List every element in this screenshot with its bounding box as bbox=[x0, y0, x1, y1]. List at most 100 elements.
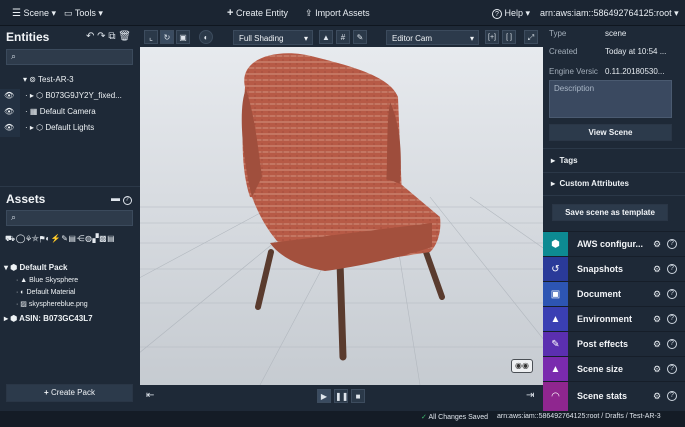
plus-icon: + bbox=[44, 388, 49, 397]
panel-label: Environment bbox=[577, 314, 633, 324]
play-icon[interactable]: ▶ bbox=[317, 389, 331, 403]
save-template-button[interactable]: Save scene as template bbox=[552, 204, 668, 221]
redo-icon[interactable]: ↷ bbox=[97, 31, 105, 42]
tree-item-model[interactable]: · ▸ ⬡ B073G9JY2Y_fixed... bbox=[25, 89, 122, 103]
gauge-icon: ◠ bbox=[543, 382, 568, 411]
scene-menu-label: Scene bbox=[23, 8, 50, 18]
chevron-right-icon: ▸ bbox=[551, 156, 556, 165]
panel-document[interactable]: ▣ Document ⚙? bbox=[543, 281, 685, 307]
custom-attributes-label: Custom Attributes bbox=[559, 179, 629, 188]
chevron-right-icon: ▸ bbox=[29, 91, 34, 100]
tools-menu-label: Tools bbox=[74, 8, 96, 18]
help-circle-icon[interactable]: ? bbox=[667, 239, 677, 249]
help-circle-icon[interactable]: ? bbox=[667, 314, 677, 324]
panel-label: AWS configur... bbox=[577, 239, 644, 249]
tree-item-camera[interactable]: · ▦ Default Camera bbox=[25, 105, 96, 119]
panel-snapshots[interactable]: ↺ Snapshots ⚙? bbox=[543, 256, 685, 282]
panel-scene-stats[interactable]: ◠ Scene stats ⚙? bbox=[543, 381, 685, 411]
tags-section[interactable]: ▸ Tags bbox=[551, 154, 578, 168]
asset-pack-asin[interactable]: ▸ ⬢ ASIN: B073GC43L7 bbox=[4, 312, 93, 326]
panel-label: Snapshots bbox=[577, 264, 624, 274]
account-menu[interactable]: arn:aws:iam::586492764125:root ▾ bbox=[540, 0, 679, 26]
create-pack-button[interactable]: + Create Pack bbox=[6, 384, 133, 402]
folder-icon[interactable]: ▬ bbox=[111, 193, 120, 203]
help-circle-icon[interactable]: ? bbox=[122, 196, 132, 205]
check-icon: ✓ bbox=[421, 414, 427, 421]
gear-icon[interactable]: ⚙ bbox=[653, 382, 661, 411]
help-circle-icon[interactable]: ? bbox=[667, 289, 677, 299]
rotate-tool-icon[interactable]: ↻ bbox=[160, 30, 174, 44]
asset-toolbar: ▬ ? bbox=[111, 193, 132, 205]
scene-menu[interactable]: ☰ Scene ▾ bbox=[12, 0, 56, 26]
collapse-left-icon[interactable]: ⇤ bbox=[146, 390, 154, 401]
help-circle-icon[interactable]: ? bbox=[667, 364, 677, 374]
create-entity-label: Create Entity bbox=[235, 8, 288, 18]
description-placeholder: Description bbox=[554, 84, 595, 93]
trash-icon[interactable]: 🗑 bbox=[118, 31, 131, 42]
assets-title: Assets bbox=[6, 192, 46, 206]
tree-item-root[interactable]: ▾ ⊚ Test-AR-3 bbox=[23, 73, 74, 87]
gear-icon[interactable]: ⚙ bbox=[653, 357, 661, 382]
hamburger-icon: ☰ bbox=[12, 8, 21, 19]
camera-value: Editor Cam bbox=[392, 34, 433, 43]
box-icon: ⬢ bbox=[10, 263, 18, 272]
description-field[interactable]: Description bbox=[549, 80, 672, 118]
tree-item-lights[interactable]: · ▸ ⬡ Default Lights bbox=[25, 121, 94, 135]
mountain-icon: ▲ bbox=[543, 307, 568, 332]
view-scene-button[interactable]: View Scene bbox=[549, 124, 672, 141]
vr-headset-icon[interactable]: ◉◉ bbox=[511, 359, 533, 373]
collapse-right-icon[interactable]: ⇥ bbox=[526, 390, 534, 401]
camera-select[interactable]: Editor Cam ▾ bbox=[386, 30, 479, 45]
focus-icon[interactable]: [+] bbox=[485, 30, 499, 44]
help-circle-icon[interactable]: ? bbox=[667, 264, 677, 274]
gear-icon[interactable]: ⚙ bbox=[653, 257, 661, 282]
stop-icon[interactable]: ■ bbox=[351, 389, 365, 403]
eye-icon[interactable]: 👁 bbox=[4, 121, 14, 135]
create-entity-button[interactable]: + Create Entity bbox=[227, 0, 288, 26]
asset-filter-icons[interactable]: ⛟◯⚘⚝⚑◐⚡✎▤⋲◍▞▩▤ bbox=[5, 234, 115, 244]
asset-item-label: skysphereblue.png bbox=[28, 301, 88, 308]
create-pack-label: Create Pack bbox=[50, 388, 95, 397]
asset-item[interactable]: · ▨ skysphereblue.png bbox=[16, 298, 88, 312]
translate-tool-icon[interactable]: ⌞ bbox=[144, 30, 158, 44]
scene-render bbox=[140, 47, 543, 385]
help-menu-label: Help bbox=[504, 8, 524, 18]
eye-icon[interactable]: 👁 bbox=[4, 89, 14, 103]
3d-viewport[interactable] bbox=[140, 47, 543, 385]
chevron-right-icon: ▸ bbox=[551, 179, 556, 188]
tree-item-label: Test-AR-3 bbox=[38, 75, 74, 84]
asset-search-input[interactable]: ⌕ bbox=[6, 210, 133, 226]
help-menu[interactable]: ? Help ▾ bbox=[492, 0, 530, 26]
frame-icon[interactable]: [ ] bbox=[502, 30, 516, 44]
help-circle-icon[interactable]: ? bbox=[667, 339, 677, 349]
panel-post-effects[interactable]: ✎ Post effects ⚙? bbox=[543, 331, 685, 357]
entity-search-input[interactable]: ⌕ bbox=[6, 49, 133, 65]
fullscreen-icon[interactable]: ⤢ bbox=[524, 30, 538, 44]
tools-menu[interactable]: ▭ Tools ▾ bbox=[64, 0, 103, 26]
grid-icon[interactable]: # bbox=[336, 30, 350, 44]
panel-label: Document bbox=[577, 289, 622, 299]
entity-toolbar: ↶ ↷ ⧉ 🗑 bbox=[86, 31, 131, 42]
asset-pack-default[interactable]: ▾ ⬢ Default Pack bbox=[4, 261, 68, 275]
mountain-icon[interactable]: ▲ bbox=[319, 30, 333, 44]
gear-icon[interactable]: ⚙ bbox=[653, 307, 661, 332]
gear-icon[interactable]: ⚙ bbox=[653, 332, 661, 357]
gear-icon[interactable]: ⚙ bbox=[653, 232, 661, 257]
shading-select[interactable]: Full Shading ▾ bbox=[233, 30, 313, 45]
contrast-icon[interactable]: ◐ bbox=[199, 30, 213, 44]
eye-icon[interactable]: 👁 bbox=[4, 105, 14, 119]
wand-icon[interactable]: ✎ bbox=[353, 30, 367, 44]
panel-aws-config[interactable]: ⬢ AWS configur... ⚙? bbox=[543, 231, 685, 257]
import-assets-button[interactable]: ⇪ Import Assets bbox=[305, 0, 370, 26]
panel-environment[interactable]: ▲ Environment ⚙? bbox=[543, 306, 685, 332]
custom-attributes-section[interactable]: ▸ Custom Attributes bbox=[551, 177, 629, 191]
panel-scene-size[interactable]: ▲ Scene size ⚙? bbox=[543, 356, 685, 382]
scale-tool-icon[interactable]: ▣ bbox=[176, 30, 190, 44]
undo-icon[interactable]: ↶ bbox=[86, 31, 94, 42]
entities-title: Entities bbox=[6, 30, 50, 44]
pause-icon[interactable]: ❚❚ bbox=[334, 389, 348, 403]
asset-item-label: Default Material bbox=[26, 289, 76, 296]
duplicate-icon[interactable]: ⧉ bbox=[108, 31, 115, 42]
help-circle-icon[interactable]: ? bbox=[667, 391, 677, 401]
gear-icon[interactable]: ⚙ bbox=[653, 282, 661, 307]
